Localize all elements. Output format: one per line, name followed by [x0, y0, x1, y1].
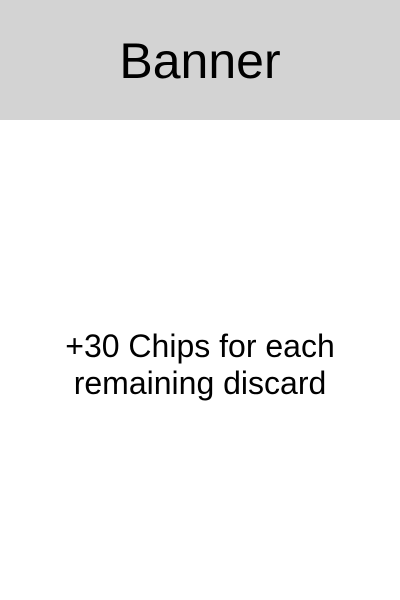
joker-card[interactable]: Banner +30 Chips for each remaining disc… — [0, 0, 400, 600]
card-effect-text: +30 Chips for each remaining discard — [65, 328, 335, 401]
card-banner-title: Banner — [119, 33, 281, 89]
card-banner: Banner — [0, 0, 400, 120]
